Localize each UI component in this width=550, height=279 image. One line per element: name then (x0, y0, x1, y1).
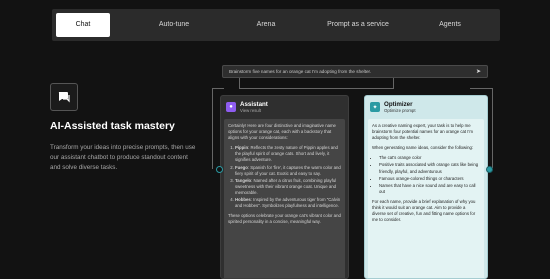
prompt-input[interactable]: Brainstorm five names for an orange cat … (222, 65, 488, 78)
left-handle-dot (216, 166, 223, 173)
connector-line (393, 78, 394, 89)
list-item: Tangelo: Named after a citrus fruit, com… (235, 178, 341, 196)
optimizer-consider: When generating name ideas, consider the… (372, 145, 474, 151)
optimizer-card: ✦ Optimizer Optimize prompt As a creativ… (364, 95, 488, 279)
top-nav: Chat Auto-tune Arena Prompt as a service… (52, 9, 500, 41)
list-item: Fuego: Spanish for 'fire', it captures t… (235, 165, 341, 177)
feature-title: AI-Assisted task mastery (50, 120, 175, 132)
assistant-title: Assistant (240, 101, 268, 108)
name-list: Pippin: Reflects the zesty nature of Pip… (228, 145, 341, 209)
optimizer-outro: For each name, provide a brief explanati… (372, 198, 476, 223)
tab-arena[interactable]: Arena (220, 13, 312, 37)
optimizer-title: Optimizer (384, 101, 413, 108)
fade-overlay (224, 248, 345, 278)
tab-agents[interactable]: Agents (404, 13, 496, 37)
consideration-list: The cat's orange color Positive traits a… (372, 155, 480, 195)
tab-auto-tune[interactable]: Auto-tune (128, 13, 220, 37)
right-handle-dot (486, 166, 493, 173)
list-item: Pippin: Reflects the zesty nature of Pip… (235, 145, 341, 163)
optimizer-header: ✦ Optimizer Optimize prompt (365, 96, 487, 115)
assistant-response: Certainly! Here are four distinctive and… (224, 119, 345, 278)
connector-line (212, 88, 224, 89)
assistant-header: ● Assistant View result (221, 96, 348, 115)
optimize-prompt-link[interactable]: Optimize prompt (384, 108, 416, 114)
assistant-outro: These options celebrate your orange cat'… (228, 213, 341, 225)
list-item: Famous orange-colored things or characte… (379, 176, 480, 182)
tab-chat[interactable]: Chat (56, 13, 110, 37)
assistant-icon: ● (226, 102, 236, 112)
prompt-text: Brainstorm five names for an orange cat … (229, 69, 372, 74)
list-item: Hobbes: Inspired by the adventurous tige… (235, 197, 341, 209)
fade-overlay (368, 256, 484, 278)
optimized-prompt: As a creative naming expert, your task i… (368, 119, 484, 278)
list-item: Positive traits associated with orange c… (379, 162, 480, 174)
chat-bubble-icon (50, 83, 78, 111)
connector-line (492, 88, 493, 168)
optimizer-icon: ✦ (370, 102, 380, 112)
connector-line (239, 88, 393, 89)
feature-description: Transform your ideas into precise prompt… (50, 144, 196, 171)
assistant-card: ● Assistant View result Certainly! Here … (220, 95, 349, 279)
assistant-intro: Certainly! Here are four distinctive and… (228, 123, 336, 141)
list-item: The cat's orange color (379, 155, 480, 161)
connector-line (212, 88, 213, 169)
send-icon[interactable]: ➤ (476, 68, 481, 75)
tab-prompt-as-a-service[interactable]: Prompt as a service (312, 13, 404, 37)
optimizer-intro: As a creative naming expert, your task i… (372, 123, 473, 141)
connector-line (470, 88, 492, 89)
view-result-link[interactable]: View result (240, 108, 268, 114)
list-item: Names that have a nice sound and are eas… (379, 183, 480, 195)
